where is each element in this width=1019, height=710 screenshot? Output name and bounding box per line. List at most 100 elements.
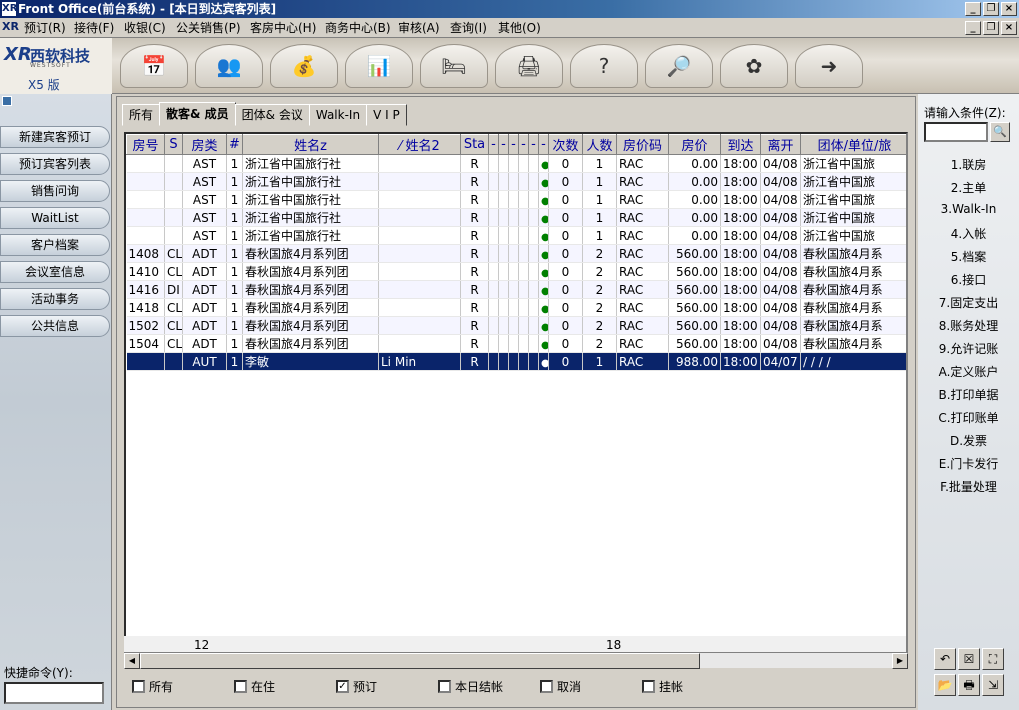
action-item[interactable]: 8.账务处理 bbox=[918, 317, 1019, 334]
tab-item[interactable]: 团体& 会议 bbox=[234, 104, 310, 126]
table-row[interactable]: 1408CLADT1春秋国旅4月系列团 R ●02RAC560.0018:0004/… bbox=[126, 244, 906, 263]
action-item[interactable]: B.打印单据 bbox=[918, 386, 1019, 403]
search-button[interactable]: 🔍 bbox=[990, 122, 1010, 142]
checkbox-box[interactable] bbox=[132, 680, 145, 693]
left-nav-button[interactable]: 销售问询 bbox=[0, 180, 110, 202]
action-item[interactable]: 6.接口 bbox=[918, 271, 1019, 288]
scroll-right-icon[interactable]: ▶ bbox=[892, 653, 908, 669]
menu-item[interactable]: 商务中心(B) bbox=[325, 20, 391, 36]
filter-checkbox[interactable]: 取消 bbox=[540, 678, 581, 695]
business-printer-icon[interactable]: 🖨 bbox=[495, 44, 563, 88]
search-query-icon[interactable]: 🔎 bbox=[645, 44, 713, 88]
table-row[interactable]: 1504CLADT1春秋国旅4月系列团 R ●02RAC560.0018:0004/… bbox=[126, 334, 906, 353]
menu-item[interactable]: 预订(R) bbox=[24, 20, 66, 36]
action-item[interactable]: 1.联房 bbox=[918, 156, 1019, 173]
column-header[interactable]: 房价 bbox=[668, 134, 721, 155]
filter-checkbox[interactable]: 所有 bbox=[132, 678, 173, 695]
action-item[interactable]: 2.主单 bbox=[918, 179, 1019, 196]
tab-item[interactable]: 散客& 成员 bbox=[159, 102, 236, 126]
folder-open-icon[interactable]: 📂 bbox=[934, 674, 956, 696]
column-header[interactable]: ⁄ 姓名2 bbox=[378, 134, 461, 155]
menu-item[interactable]: 接待(F) bbox=[74, 20, 114, 36]
menu-item[interactable]: 其他(O) bbox=[498, 20, 541, 36]
column-header[interactable]: Sta bbox=[460, 134, 489, 155]
filter-checkbox[interactable]: 本日结帐 bbox=[438, 678, 503, 695]
column-header[interactable]: 姓名z bbox=[242, 134, 379, 155]
help-icon[interactable]: ? bbox=[570, 44, 638, 88]
undo-arrow-icon[interactable]: ↶ bbox=[934, 648, 956, 670]
settings-flower-icon[interactable]: ✿ bbox=[720, 44, 788, 88]
table-row[interactable]: AST1浙江省中国旅行社R●01RAC0.0018:0004/08浙江省中国旅 bbox=[126, 172, 906, 191]
column-header[interactable]: S bbox=[164, 134, 183, 155]
column-header[interactable]: 房类 bbox=[182, 134, 227, 155]
panel-pin-icon[interactable] bbox=[2, 96, 12, 106]
quick-command-input[interactable] bbox=[4, 682, 104, 704]
cashier-icon[interactable]: 💰 bbox=[270, 44, 338, 88]
column-header[interactable]: 人数 bbox=[582, 134, 617, 155]
close-button[interactable]: × bbox=[1001, 2, 1017, 16]
left-nav-button[interactable]: 预订宾客列表 bbox=[0, 153, 110, 175]
left-nav-button[interactable]: 新建宾客预订 bbox=[0, 126, 110, 148]
table-row[interactable]: 1410CLADT1春秋国旅4月系列团 R ●02RAC560.0018:0004/… bbox=[126, 262, 906, 281]
table-row[interactable]: AST1浙江省中国旅行社R●01RAC0.0018:0004/08浙江省中国旅 bbox=[126, 208, 906, 227]
checkbox-box[interactable] bbox=[540, 680, 553, 693]
menu-item[interactable]: 查询(I) bbox=[450, 20, 487, 36]
column-header[interactable]: - bbox=[518, 134, 529, 155]
report-chart-icon[interactable]: 📊 bbox=[345, 44, 413, 88]
checkbox-box[interactable] bbox=[642, 680, 655, 693]
child-close-button[interactable]: × bbox=[1001, 21, 1017, 35]
left-nav-button[interactable]: 公共信息 bbox=[0, 315, 110, 337]
table-row[interactable]: 1502CLADT1春秋国旅4月系列团 R ●02RAC560.0018:0004/… bbox=[126, 316, 906, 335]
checkbox-box[interactable]: ✓ bbox=[336, 680, 349, 693]
column-header[interactable]: 到达 bbox=[720, 134, 761, 155]
column-header[interactable]: - bbox=[508, 134, 519, 155]
action-item[interactable]: C.打印账单 bbox=[918, 409, 1019, 426]
menu-item[interactable]: 收银(C) bbox=[124, 20, 166, 36]
left-nav-button[interactable]: WaitList bbox=[0, 207, 110, 229]
scroll-left-icon[interactable]: ◀ bbox=[124, 653, 140, 669]
cancel-box-icon[interactable]: ☒ bbox=[958, 648, 980, 670]
column-header[interactable]: - bbox=[538, 134, 549, 155]
tree-network-icon[interactable]: ⛶ bbox=[982, 648, 1004, 670]
exit-icon[interactable]: ➜ bbox=[795, 44, 863, 88]
column-header[interactable]: - bbox=[498, 134, 509, 155]
action-item[interactable]: A.定义账户 bbox=[918, 363, 1019, 380]
action-item[interactable]: 5.档案 bbox=[918, 248, 1019, 265]
table-row[interactable]: AST1浙江省中国旅行社R●01RAC0.0018:0004/08浙江省中国旅 bbox=[126, 226, 906, 245]
menu-item[interactable]: 审核(A) bbox=[398, 20, 440, 36]
table-row[interactable]: AST1浙江省中国旅行社R●01RAC0.0018:0004/08浙江省中国旅 bbox=[126, 154, 906, 173]
print-icon[interactable]: 🖶 bbox=[958, 674, 980, 696]
condition-input[interactable] bbox=[924, 122, 988, 142]
checkbox-box[interactable] bbox=[234, 680, 247, 693]
action-item[interactable]: 9.允许记账 bbox=[918, 340, 1019, 357]
child-restore-button[interactable]: ❐ bbox=[983, 21, 999, 35]
reservation-icon[interactable]: 📅 bbox=[120, 44, 188, 88]
guest-grid[interactable]: 房号 S 房类 # 姓名z ⁄ 姓名2 Sta - - - - - - 次数 人数 房价码 房价 到达 离开 团体/单… bbox=[124, 132, 908, 668]
filter-checkbox[interactable]: ✓ 预订 bbox=[336, 678, 377, 695]
table-row[interactable]: AST1浙江省中国旅行社R●01RAC0.0018:0004/08浙江省中国旅 bbox=[126, 190, 906, 209]
menu-item[interactable]: 客房中心(H) bbox=[250, 20, 316, 36]
room-bed-icon[interactable]: 🛏 bbox=[420, 44, 488, 88]
action-item[interactable]: 3.Walk-In bbox=[918, 202, 1019, 216]
exit-door-icon[interactable]: ⇲ bbox=[982, 674, 1004, 696]
left-nav-button[interactable]: 会议室信息 bbox=[0, 261, 110, 283]
column-header[interactable]: - bbox=[528, 134, 539, 155]
restore-button[interactable]: ❐ bbox=[983, 2, 999, 16]
minimize-button[interactable]: _ bbox=[965, 2, 981, 16]
filter-checkbox[interactable]: 在住 bbox=[234, 678, 275, 695]
tab-item[interactable]: Walk-In bbox=[308, 104, 368, 126]
scroll-thumb[interactable] bbox=[140, 653, 700, 669]
left-nav-button[interactable]: 活动事务 bbox=[0, 288, 110, 310]
left-nav-button[interactable]: 客户档案 bbox=[0, 234, 110, 256]
child-minimize-button[interactable]: _ bbox=[965, 21, 981, 35]
checkbox-box[interactable] bbox=[438, 680, 451, 693]
reception-icon[interactable]: 👥 bbox=[195, 44, 263, 88]
column-header[interactable]: # bbox=[226, 134, 243, 155]
column-header[interactable]: 次数 bbox=[548, 134, 583, 155]
column-header[interactable]: 团体/单位/旅 bbox=[800, 134, 906, 155]
tab-item[interactable]: 所有 bbox=[122, 104, 161, 126]
menu-item[interactable]: 公关销售(P) bbox=[176, 20, 241, 36]
filter-checkbox[interactable]: 挂帐 bbox=[642, 678, 683, 695]
horizontal-scrollbar[interactable]: ◀ ▶ bbox=[124, 652, 908, 669]
table-row[interactable]: AUT1李敏Li MinR●01RAC988.0018:0004/07/ / /… bbox=[126, 352, 906, 371]
